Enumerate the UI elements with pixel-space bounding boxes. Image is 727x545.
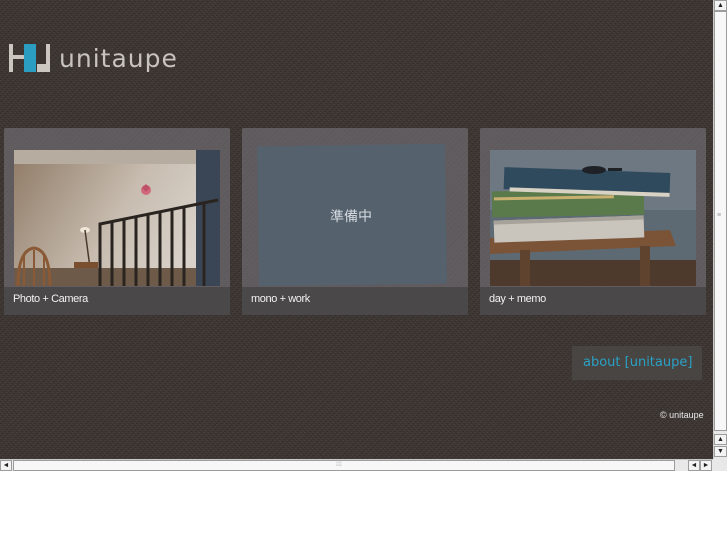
horizontal-scroll-thumb[interactable]: ⁞⁞⁞ (13, 460, 675, 471)
card-mono-work[interactable]: 準備中 mono + work (242, 128, 468, 315)
site-logo[interactable]: unitaupe (9, 43, 178, 73)
page-viewport: unitaupe Photo + Camera 準備中 mono + work … (0, 0, 713, 459)
scroll-down-arrow-icon[interactable]: ▼ (714, 446, 727, 457)
card-caption-label: Photo + Camera (13, 293, 88, 305)
card-photo-camera[interactable]: Photo + Camera (4, 128, 230, 315)
horizontal-scrollbar[interactable]: ◄ ⁞⁞⁞ ◄ ► (0, 459, 713, 471)
room-staircase-photo[interactable] (14, 150, 220, 286)
card-caption: day + memo (480, 287, 706, 315)
vertical-scrollbar[interactable]: ▲ ≡ ▲ ▼ (713, 0, 727, 459)
horizontal-grip-icon: ⁞⁞⁞ (336, 461, 342, 468)
card-day-memo[interactable]: day + memo (480, 128, 706, 315)
copyright-text: © unitaupe (660, 410, 704, 420)
vertical-scroll-thumb[interactable]: ≡ (714, 11, 727, 431)
card-caption: Photo + Camera (4, 287, 230, 315)
logo-mark-icon (9, 44, 50, 72)
stacked-books-photo[interactable] (490, 150, 696, 286)
placeholder-text: 準備中 (329, 208, 373, 226)
card-caption: mono + work (242, 287, 468, 315)
scroll-up-arrow-icon[interactable]: ▲ (714, 0, 727, 11)
scroll-up-arrow-icon-lower[interactable]: ▲ (714, 434, 727, 445)
card-caption-label: day + memo (489, 293, 546, 305)
logo-text: unitaupe (59, 43, 178, 73)
scroll-left-arrow-icon[interactable]: ◄ (0, 460, 12, 471)
vertical-grip-icon: ≡ (717, 212, 722, 219)
scroll-right-arrow-icon[interactable]: ► (700, 460, 712, 471)
placeholder-panel: 準備中 (257, 143, 447, 287)
about-label[interactable]: about [unitaupe] (583, 355, 692, 370)
about-button[interactable]: about [unitaupe] (572, 346, 702, 380)
scroll-left-arrow-icon-right[interactable]: ◄ (688, 460, 700, 471)
scrollbar-corner (713, 459, 727, 471)
card-caption-label: mono + work (251, 293, 310, 305)
